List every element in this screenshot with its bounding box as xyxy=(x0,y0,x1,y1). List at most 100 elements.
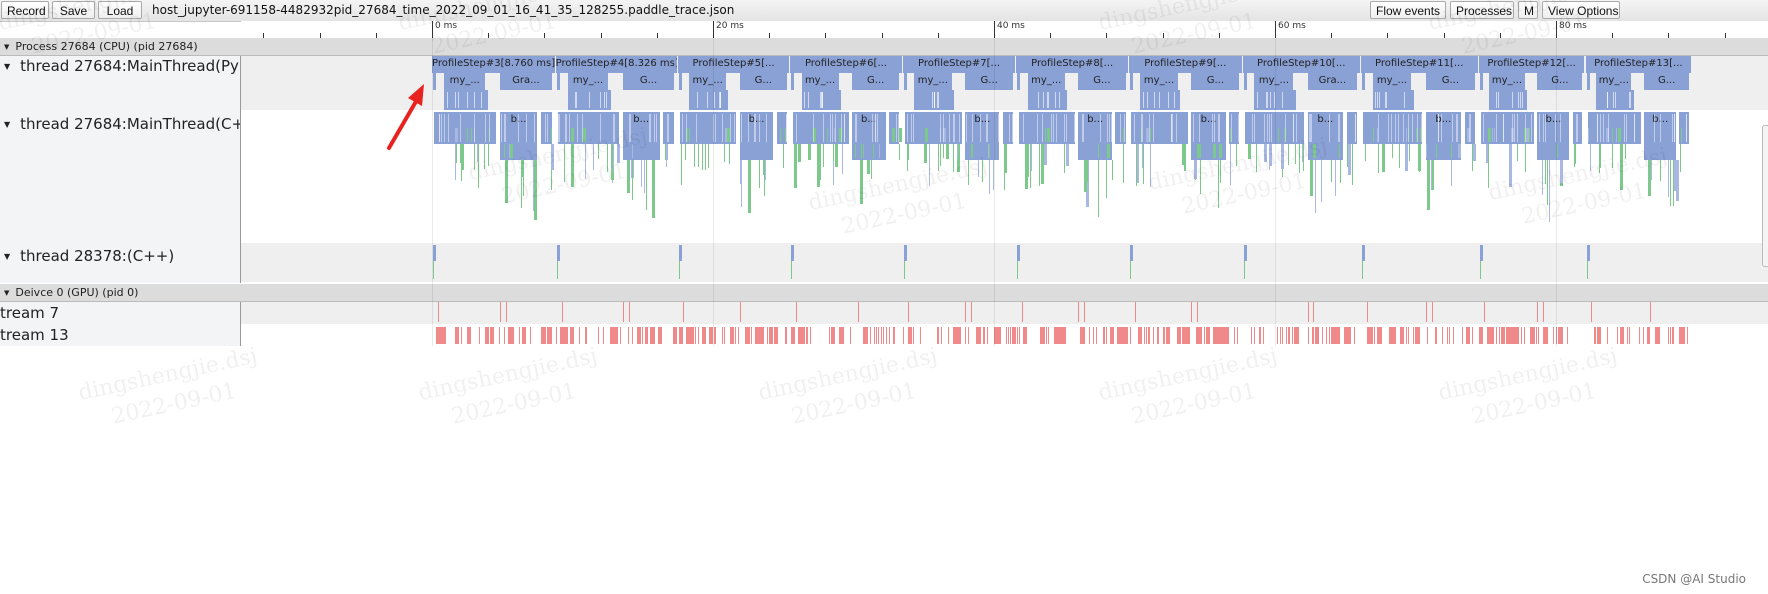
cpp-event-bar[interactable] xyxy=(1141,144,1143,169)
gpu-kernel-bar[interactable] xyxy=(466,327,471,344)
processes-button[interactable]: Processes xyxy=(1450,1,1514,19)
cpp-event-bar[interactable] xyxy=(1106,144,1110,158)
gpu-kernel-bar[interactable] xyxy=(1295,327,1300,344)
gpu-kernel-bar[interactable] xyxy=(1628,327,1630,344)
cpp-event-bar[interactable] xyxy=(1679,144,1681,172)
gpu-kernel-bar[interactable] xyxy=(641,327,643,344)
cpp-event-bar[interactable] xyxy=(1430,160,1432,190)
worker-event-bar[interactable] xyxy=(791,261,793,279)
cpp-event-bar[interactable] xyxy=(616,144,620,164)
cpp-event-bar[interactable] xyxy=(597,144,599,160)
worker-event-bar[interactable] xyxy=(1129,261,1131,279)
cpp-event-bar[interactable] xyxy=(1185,144,1187,172)
gpu-kernel-bar[interactable] xyxy=(1496,327,1498,344)
cpp-event-bar[interactable] xyxy=(1352,144,1354,186)
worker-event-bar[interactable] xyxy=(1361,245,1365,261)
cpp-event-bar[interactable] xyxy=(460,144,464,170)
cpp-event-bar[interactable] xyxy=(1123,144,1125,161)
worker-event-bar[interactable] xyxy=(1243,245,1247,261)
cpp-event-bar[interactable] xyxy=(977,160,979,178)
cpp-event-bar[interactable] xyxy=(644,160,646,194)
cpp-event-bar[interactable] xyxy=(1391,144,1393,159)
gpu-kernel-bar[interactable] xyxy=(1009,327,1011,344)
cpp-event-bar[interactable] xyxy=(794,144,798,189)
gpu-kernel-bar[interactable] xyxy=(1103,327,1105,344)
slice-my[interactable]: my_... xyxy=(567,73,609,90)
gpu-kernel-bar[interactable] xyxy=(1197,302,1199,322)
cpp-event-bar[interactable] xyxy=(938,144,940,172)
gpu-kernel-bar[interactable] xyxy=(1426,327,1428,344)
cpp-event-bar[interactable] xyxy=(1268,144,1272,167)
gpu-kernel-bar[interactable] xyxy=(1400,327,1405,344)
gpu-kernel-bar[interactable] xyxy=(987,327,989,344)
slice-grad[interactable]: G... xyxy=(622,73,675,90)
slice-my[interactable]: my_... xyxy=(1254,73,1294,90)
cpp-event-bar[interactable] xyxy=(563,144,565,183)
gpu-kernel-bar[interactable] xyxy=(767,327,769,344)
profile-step-slice[interactable]: ProfileStep#7[... xyxy=(902,56,1016,73)
gpu-kernel-bar[interactable] xyxy=(1109,327,1111,344)
gpu-kernel-bar[interactable] xyxy=(579,327,581,344)
gpu-kernel-bar[interactable] xyxy=(597,327,599,344)
gpu-kernel-bar[interactable] xyxy=(957,327,962,344)
gpu-kernel-bar[interactable] xyxy=(888,327,890,344)
cpp-slice-b[interactable]: b... xyxy=(739,112,774,128)
cpp-slice[interactable] xyxy=(852,144,886,160)
cpp-event-bar[interactable] xyxy=(1038,144,1040,187)
gpu-kernel-bar[interactable] xyxy=(1415,327,1420,344)
thread-name-28378[interactable]: ▼ thread 28378:(C++) xyxy=(0,245,240,268)
cpp-event-bar[interactable] xyxy=(1217,160,1219,209)
gpu-kernel-bar[interactable] xyxy=(1617,327,1619,344)
gpu-kernel-bar[interactable] xyxy=(614,327,616,344)
cpp-event-bar[interactable] xyxy=(455,144,457,164)
cpp-event-bar[interactable] xyxy=(626,160,630,193)
cpp-event-bar[interactable] xyxy=(592,144,594,170)
gpu-kernel-bar[interactable] xyxy=(1065,327,1067,344)
cpp-slice[interactable] xyxy=(852,128,886,144)
cpp-event-bar[interactable] xyxy=(940,144,942,167)
cpp-event-bar[interactable] xyxy=(1381,144,1385,172)
cpp-event-bar[interactable] xyxy=(832,144,834,161)
cpp-event-bar[interactable] xyxy=(694,144,696,168)
slice-my[interactable]: my_... xyxy=(801,73,839,90)
gpu-kernel-bar[interactable] xyxy=(908,302,910,322)
gpu-kernel-bar[interactable] xyxy=(1016,327,1018,344)
cpp-event-bar[interactable] xyxy=(1436,144,1438,158)
gpu-kernel-bar[interactable] xyxy=(1088,327,1090,344)
cpp-event-bar[interactable] xyxy=(1377,144,1379,173)
gpu-kernel-bar[interactable] xyxy=(645,327,647,344)
gpu-kernel-bar[interactable] xyxy=(555,327,557,344)
cpp-event-bar[interactable] xyxy=(972,144,974,158)
gpu-kernel-bar[interactable] xyxy=(1442,327,1444,344)
slice[interactable] xyxy=(689,90,729,110)
cpp-event-bar[interactable] xyxy=(953,144,955,173)
cpp-event-bar[interactable] xyxy=(1660,160,1662,182)
worker-event-bar[interactable] xyxy=(1017,261,1019,279)
expand-triangle-icon[interactable]: ▼ xyxy=(4,120,10,129)
gpu-kernel-bar[interactable] xyxy=(1530,327,1535,344)
cpp-event-bar[interactable] xyxy=(870,160,872,179)
gpu-kernel-bar[interactable] xyxy=(1499,327,1501,344)
gpu-kernel-bar[interactable] xyxy=(751,327,753,344)
expand-triangle-icon[interactable]: ▼ xyxy=(4,62,10,71)
cpp-event-bar[interactable] xyxy=(1667,160,1669,198)
cpp-event-bar[interactable] xyxy=(779,128,781,142)
cpp-event-bar[interactable] xyxy=(701,144,703,171)
gpu-kernel-bar[interactable] xyxy=(1346,327,1348,344)
gpu-kernel-bar[interactable] xyxy=(603,327,605,344)
cpp-event-bar[interactable] xyxy=(606,144,608,173)
gpu-kernel-bar[interactable] xyxy=(739,302,741,322)
cpp-event-bar[interactable] xyxy=(1426,144,1428,158)
gpu-kernel-bar[interactable] xyxy=(1642,327,1644,344)
process-header-cpu[interactable]: ▼ Process 27684 (CPU) (pid 27684) xyxy=(0,38,1768,56)
cpp-slice[interactable] xyxy=(1480,112,1535,128)
slice[interactable] xyxy=(1586,73,1590,90)
gpu-kernel-bar[interactable] xyxy=(1465,327,1470,344)
gpu-kernel-bar[interactable] xyxy=(1567,327,1569,344)
gpu-kernel-bar[interactable] xyxy=(1083,302,1085,322)
gpu-kernel-bar[interactable] xyxy=(711,327,713,344)
gpu-kernel-bar[interactable] xyxy=(786,327,788,344)
worker-event-bar[interactable] xyxy=(1243,261,1245,279)
gpu-kernel-bar[interactable] xyxy=(1289,327,1291,344)
cpp-event-bar[interactable] xyxy=(681,144,683,186)
